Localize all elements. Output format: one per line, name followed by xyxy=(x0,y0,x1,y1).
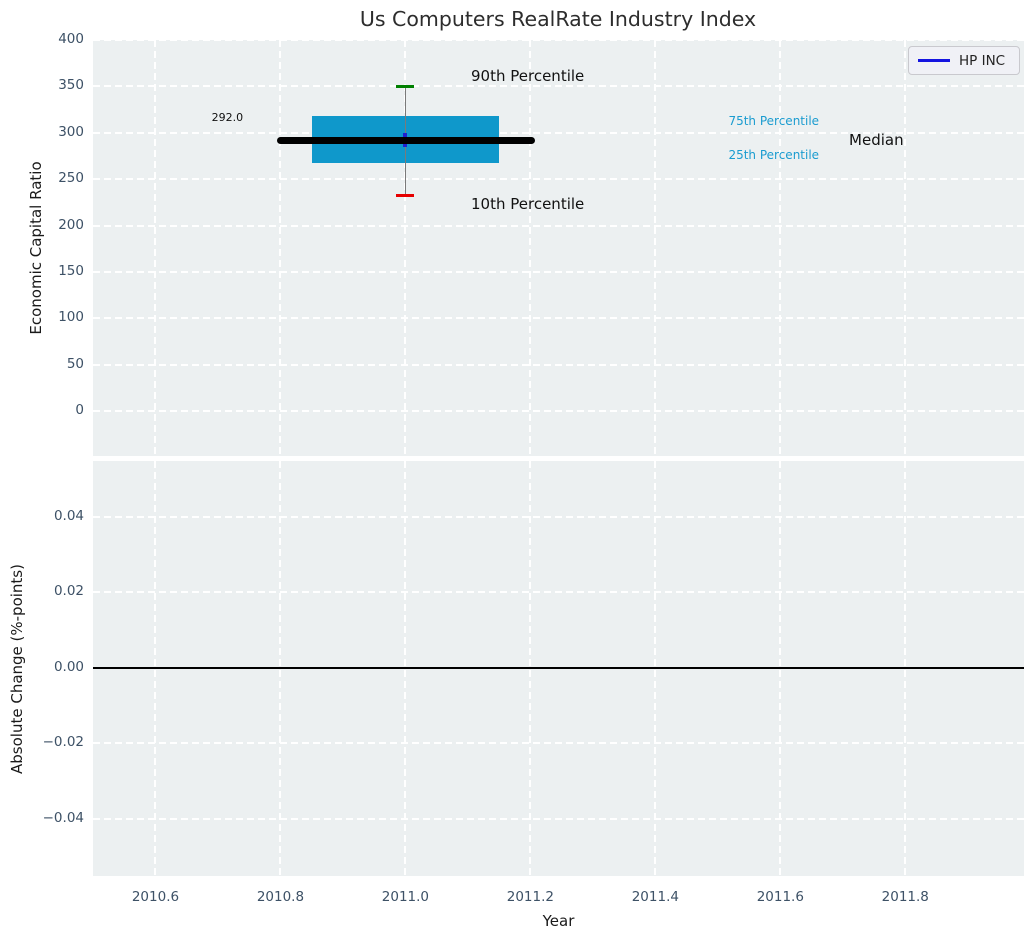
grid-line-horizontal xyxy=(93,817,1024,820)
x-tick-label: 2011.6 xyxy=(756,889,804,905)
y-tick-label: 300 xyxy=(58,123,84,140)
grid-line-horizontal xyxy=(93,85,1024,88)
y-tick-label: 0 xyxy=(75,402,84,418)
grid-line-horizontal xyxy=(93,39,1024,41)
median-line xyxy=(277,136,535,144)
x-tick-label: 2011.8 xyxy=(881,889,929,905)
whisker-cap-10th xyxy=(396,194,415,198)
grid-line-horizontal xyxy=(93,591,1024,594)
grid-line-vertical xyxy=(529,40,532,456)
legend: HP INC xyxy=(908,46,1020,75)
y-tick-label: −0.04 xyxy=(42,809,84,826)
x-tick-label: 2011.4 xyxy=(631,889,679,905)
grid-line-horizontal xyxy=(93,742,1024,745)
x-tick-label: 2011.2 xyxy=(506,889,554,905)
grid-line-vertical xyxy=(279,40,282,456)
legend-label: HP INC xyxy=(959,52,1006,69)
x-tick-label: 2010.6 xyxy=(131,889,180,905)
y-tick-label: 50 xyxy=(66,355,84,372)
annotation-292-0: 292.0 xyxy=(211,111,244,125)
y-axis-label-bottom: Absolute Change (%-points) xyxy=(8,563,26,774)
axes-bottom xyxy=(93,461,1024,876)
annotation-90th-percentile: 90th Percentile xyxy=(471,66,585,85)
annotation-10th-percentile: 10th Percentile xyxy=(471,194,585,213)
x-axis-label: Year xyxy=(542,912,575,930)
grid-line-horizontal xyxy=(93,270,1024,273)
grid-line-horizontal xyxy=(93,515,1024,518)
annotation-75th-percentile: 75th Percentile xyxy=(728,113,820,128)
annotation-25th-percentile: 25th Percentile xyxy=(728,147,820,162)
grid-line-horizontal xyxy=(93,178,1024,181)
zero-line xyxy=(93,666,1024,669)
grid-line-vertical xyxy=(654,40,657,456)
y-tick-label: 400 xyxy=(58,31,84,47)
chart-title: Us Computers RealRate Industry Index xyxy=(359,7,757,31)
grid-line-horizontal xyxy=(93,224,1024,227)
grid-line-horizontal xyxy=(93,410,1024,412)
whisker-cap-90th xyxy=(396,84,415,88)
x-tick-label: 2011.0 xyxy=(381,889,430,905)
y-tick-label: 0.04 xyxy=(53,507,84,524)
grid-line-horizontal xyxy=(93,363,1024,366)
grid-line-vertical xyxy=(904,40,907,456)
axes-top xyxy=(93,39,1024,456)
x-tick-label: 2010.8 xyxy=(256,889,305,905)
y-axis-label-top: Economic Capital Ratio xyxy=(27,161,45,335)
grid-line-vertical xyxy=(779,40,782,456)
legend-line-sample xyxy=(918,59,950,62)
y-tick-label: 350 xyxy=(58,77,84,94)
grid-line-vertical xyxy=(154,40,157,456)
annotation-median: Median xyxy=(849,130,904,149)
figure: Us Computers RealRate Industry Index 400… xyxy=(0,0,1034,942)
grid-line-horizontal xyxy=(93,317,1024,320)
